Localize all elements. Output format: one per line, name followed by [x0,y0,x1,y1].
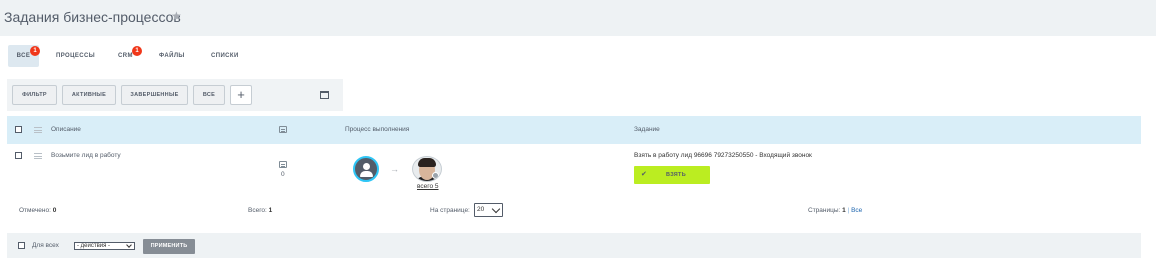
calendar-icon[interactable] [320,91,329,99]
grid-header [7,116,1141,144]
per-page-label: На странице: [430,207,470,214]
star-icon[interactable]: ★ [171,9,182,23]
filter-all-button[interactable]: ВСЕ [193,85,225,105]
chevron-down-icon [491,204,501,214]
page-all-link[interactable]: Все [851,207,862,214]
take-task-button[interactable]: ✔ ВЗЯТЬ [634,166,710,184]
apply-button[interactable]: ПРИМЕНИТЬ [143,239,195,254]
column-task[interactable]: Задание [634,126,660,133]
chevron-down-icon [126,243,132,248]
select-all-checkbox[interactable] [15,126,22,133]
for-all-label: Для всех [32,242,59,249]
comment-count: 0 [281,171,285,178]
tab-lists[interactable]: СПИСКИ [202,45,248,67]
arrow-right-icon: → [390,164,399,174]
tab-all-badge: 1 [30,46,40,56]
column-description[interactable]: Описание [51,126,81,133]
row-checkbox[interactable] [15,152,22,159]
page-current[interactable]: 1 [842,207,846,214]
add-filter-button[interactable]: + [230,85,252,105]
row-description[interactable]: Возьмите лид в работу [51,152,121,159]
filter-button[interactable]: ФИЛЬТР [12,85,57,105]
per-page-select[interactable]: 20 [474,203,503,217]
filter-completed-button[interactable]: ЗАВЕРШЕННЫЕ [121,85,188,105]
user-avatar-photo[interactable] [412,156,442,182]
marked-count: Отмечено: 0 [19,207,57,214]
tab-files[interactable]: ФАЙЛЫ [150,45,194,67]
page-title: Задания бизнес-процессов [4,9,181,25]
comment-icon[interactable] [279,161,287,168]
column-process[interactable]: Процесс выполнения [345,126,409,133]
for-all-checkbox[interactable] [18,242,25,249]
row-menu-icon[interactable] [34,153,42,159]
participants-total-link[interactable]: всего 5 [417,183,439,190]
user-avatar-placeholder[interactable] [353,156,379,182]
tab-crm-badge: 1 [132,46,142,56]
column-menu-icon[interactable] [34,127,42,133]
total-count: Всего: 1 [248,207,273,214]
check-icon: ✔ [641,171,647,178]
pagination: Страницы: 1 | Все [808,207,863,214]
filter-active-button[interactable]: АКТИВНЫЕ [62,85,116,105]
task-text: Взять в работу лид 96696 79273250550 - В… [634,152,812,159]
take-task-label: ВЗЯТЬ [666,172,686,178]
comment-column-icon [279,126,287,133]
actions-select[interactable]: - действия - [74,242,135,250]
tab-processes[interactable]: ПРОЦЕССЫ [47,45,104,67]
